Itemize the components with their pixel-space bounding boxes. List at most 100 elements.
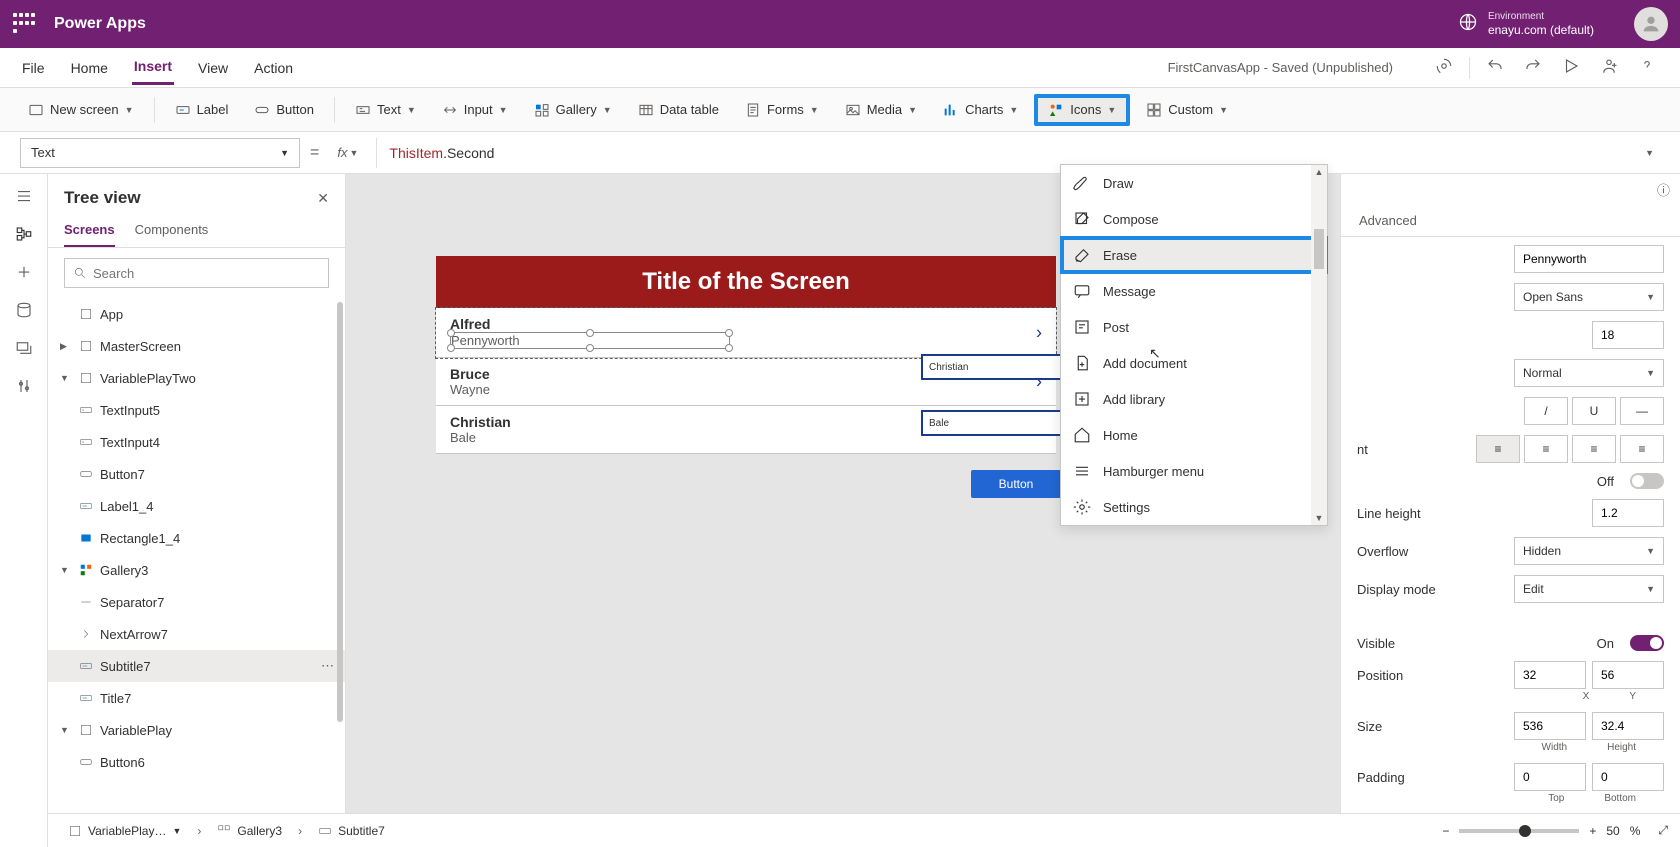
tree-node-ti5[interactable]: TextInput5 [48, 394, 345, 426]
prop-fontweight[interactable]: Normal▼ [1514, 359, 1664, 387]
formula-input[interactable]: ThisItem.Second [376, 138, 1629, 168]
icon-option-adddoc[interactable]: Add document [1061, 345, 1327, 381]
align-left-button[interactable]: ≡ [1476, 435, 1520, 463]
tree-node-vp2[interactable]: ▼VariablePlayTwo [48, 362, 345, 394]
charts-button[interactable]: Charts▼ [933, 96, 1028, 124]
icon-option-compose[interactable]: Compose [1061, 201, 1327, 237]
play-icon[interactable] [1558, 53, 1584, 82]
menu-action[interactable]: Action [252, 52, 295, 84]
label-button[interactable]: Label [165, 96, 239, 124]
prop-width[interactable] [1514, 712, 1586, 740]
tree-node-next7[interactable]: NextArrow7 [48, 618, 345, 650]
icon-option-message[interactable]: Message [1061, 273, 1327, 309]
button7[interactable]: Button [971, 470, 1061, 498]
icons-button[interactable]: Icons▼ [1034, 94, 1130, 126]
prop-text[interactable] [1514, 245, 1664, 273]
close-panel-icon[interactable]: ✕ [317, 190, 329, 207]
prop-overflow[interactable]: Hidden▼ [1514, 537, 1664, 565]
visible-toggle[interactable] [1630, 635, 1664, 651]
tree-node-rect14[interactable]: Rectangle1_4 [48, 522, 345, 554]
align-center-button[interactable]: ≡ [1524, 435, 1568, 463]
waffle-icon[interactable] [12, 12, 36, 36]
icon-option-draw[interactable]: Draw [1061, 165, 1327, 201]
help-icon[interactable] [1634, 53, 1660, 82]
crumb-screen[interactable]: VariablePlay…▼ [60, 822, 189, 840]
tree-node-lbl14[interactable]: Label1_4 [48, 490, 345, 522]
tab-screens[interactable]: Screens [64, 214, 115, 247]
tree-node-ti4[interactable]: TextInput4 [48, 426, 345, 458]
tree-node-master[interactable]: ▶MasterScreen [48, 330, 345, 362]
prop-height[interactable] [1592, 712, 1664, 740]
media-button[interactable]: Media▼ [835, 96, 927, 124]
icon-option-hamburger[interactable]: Hamburger menu [1061, 453, 1327, 489]
align-right-button[interactable]: ≡ [1572, 435, 1616, 463]
undo-icon[interactable] [1482, 53, 1508, 82]
strike-button[interactable]: — [1620, 397, 1664, 425]
zoom-plus-icon[interactable]: + [1589, 824, 1596, 838]
tree-node-btn7[interactable]: Button7 [48, 458, 345, 490]
property-selector[interactable]: Text ▼ [20, 138, 300, 168]
align-justify-button[interactable]: ≡ [1620, 435, 1664, 463]
icon-option-home[interactable]: Home [1061, 417, 1327, 453]
menu-insert[interactable]: Insert [132, 50, 174, 85]
tree-scrollbar[interactable] [337, 302, 343, 722]
user-avatar[interactable] [1634, 7, 1668, 41]
icon-option-post[interactable]: Post [1061, 309, 1327, 345]
share-icon[interactable] [1596, 53, 1622, 82]
tree-node-sep7[interactable]: Separator7 [48, 586, 345, 618]
custom-button[interactable]: Custom▼ [1136, 96, 1238, 124]
gallery-row-1[interactable]: Alfred Pennyworth › [436, 308, 1056, 358]
fullscreen-icon[interactable]: ⤢ [1658, 823, 1668, 838]
tree-node-vp[interactable]: ▼VariablePlay [48, 714, 345, 746]
prop-pad-bottom[interactable] [1592, 763, 1664, 791]
menu-view[interactable]: View [196, 52, 230, 84]
icon-option-erase[interactable]: Erase↖ [1061, 237, 1327, 273]
prop-font[interactable]: Open Sans▼ [1514, 283, 1664, 311]
menu-file[interactable]: File [20, 52, 47, 84]
tab-advanced[interactable]: Advanced [1359, 205, 1417, 236]
insert-icon[interactable] [14, 262, 34, 282]
expand-formula-icon[interactable]: ▼ [1639, 148, 1660, 158]
icon-option-settings[interactable]: Settings [1061, 489, 1327, 525]
environment-picker[interactable]: Environment enayu.com (default) [1458, 11, 1594, 37]
redo-icon[interactable] [1520, 53, 1546, 82]
more-icon[interactable]: ⋯ [321, 658, 335, 674]
new-screen-button[interactable]: New screen▼ [18, 96, 144, 124]
data-table-button[interactable]: Data table [628, 96, 729, 124]
dropdown-scrollbar[interactable]: ▲▼ [1311, 165, 1327, 525]
advanced-tools-icon[interactable] [14, 376, 34, 396]
tree-node-app[interactable]: App [48, 298, 345, 330]
underline-button[interactable]: U [1572, 397, 1616, 425]
app-checker-icon[interactable] [1431, 53, 1457, 82]
crumb-subtitle[interactable]: Subtitle7 [310, 822, 393, 840]
menu-home[interactable]: Home [69, 52, 110, 84]
italic-button[interactable]: / [1524, 397, 1568, 425]
icon-option-addlib[interactable]: Add library [1061, 381, 1327, 417]
prop-y[interactable] [1592, 661, 1664, 689]
tab-components[interactable]: Components [135, 214, 209, 247]
zoom-slider[interactable] [1459, 829, 1579, 833]
tree-node-sub7[interactable]: Subtitle7⋯ [48, 650, 345, 682]
search-input[interactable] [93, 266, 320, 281]
tree-node-btn6[interactable]: Button6 [48, 746, 345, 778]
prop-x[interactable] [1514, 661, 1586, 689]
prop-lineheight[interactable] [1592, 499, 1664, 527]
tree-search[interactable] [64, 258, 329, 288]
text-button[interactable]: Text▼ [345, 96, 426, 124]
gallery-button[interactable]: Gallery▼ [524, 96, 622, 124]
input-button[interactable]: Input▼ [432, 96, 518, 124]
button-button[interactable]: Button [244, 96, 324, 124]
prop-pad-top[interactable] [1514, 763, 1586, 791]
media-panel-icon[interactable] [14, 338, 34, 358]
zoom-minus-icon[interactable]: − [1442, 824, 1449, 838]
hamburger-icon[interactable] [14, 186, 34, 206]
prop-fontsize[interactable] [1592, 321, 1664, 349]
tree-view-icon[interactable] [14, 224, 34, 244]
fx-icon[interactable]: fx▼ [329, 145, 366, 160]
tree-node-gal3[interactable]: ▼Gallery3 [48, 554, 345, 586]
forms-button[interactable]: Forms▼ [735, 96, 829, 124]
prop-displaymode[interactable]: Edit▼ [1514, 575, 1664, 603]
panel-help-icon[interactable]: ⓘ [1341, 174, 1680, 205]
chevron-right-icon[interactable]: › [1036, 322, 1042, 343]
autoheight-toggle[interactable] [1630, 473, 1664, 489]
